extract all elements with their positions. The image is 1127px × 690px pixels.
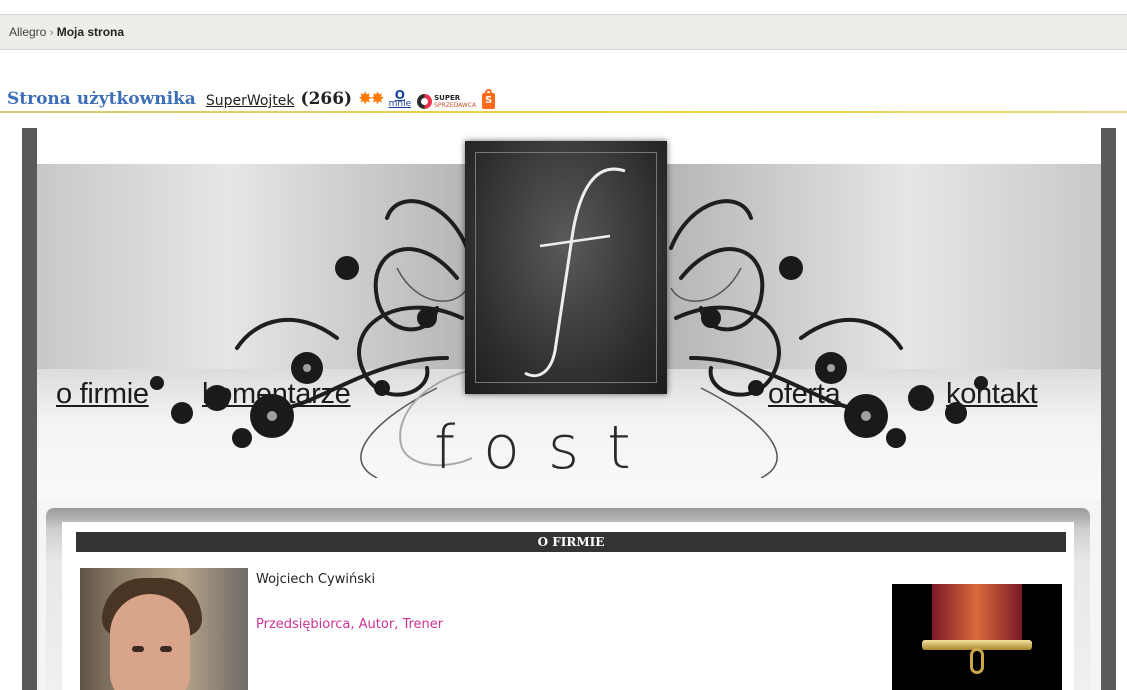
breadcrumb-bar: Allegro › Moja strona bbox=[0, 14, 1127, 50]
user-header: Strona użytkownika SuperWojtek (266) ✸✸ … bbox=[7, 79, 496, 109]
content-panel-inner: O FIRMIE Wojciech Cywiński Przedsiębiorc… bbox=[62, 522, 1074, 690]
super-seller-badge[interactable]: SUPER SPRZEDAWCA bbox=[417, 94, 476, 109]
feedback-score: (266) bbox=[300, 89, 353, 109]
section-title: O FIRMIE bbox=[76, 532, 1066, 552]
username-link[interactable]: SuperWojtek bbox=[206, 93, 295, 109]
stars-icon: ✸✸ bbox=[358, 89, 384, 109]
logo-box bbox=[465, 141, 667, 394]
logo-f-glyph bbox=[524, 167, 626, 378]
person-photo bbox=[80, 568, 248, 690]
nav-offer[interactable]: oferta bbox=[768, 378, 841, 411]
about-me-link[interactable]: O mnie bbox=[388, 89, 412, 109]
frame-left-edge bbox=[22, 128, 37, 690]
frame-right-edge bbox=[1101, 128, 1116, 690]
person-roles: Przedsiębiorca, Autor, Trener bbox=[256, 617, 444, 632]
page-title: Strona użytkownika bbox=[7, 89, 196, 109]
award-medal-image bbox=[892, 584, 1062, 690]
super-seller-bottom: SPRZEDAWCA bbox=[434, 101, 477, 109]
shop-bag-icon[interactable]: S bbox=[482, 89, 496, 109]
logo-wordmark: fost bbox=[434, 413, 659, 483]
nav-comments[interactable]: komentarze bbox=[202, 378, 351, 411]
shop-frame: o firmie komentarze oferta kontakt fost … bbox=[22, 128, 1116, 690]
about-me-bottom: mnie bbox=[388, 99, 412, 109]
breadcrumb-separator: › bbox=[49, 27, 54, 39]
nav-contact[interactable]: kontakt bbox=[946, 378, 1038, 411]
super-seller-top: SUPER bbox=[434, 93, 461, 102]
breadcrumb-current: Moja strona bbox=[56, 25, 125, 39]
breadcrumb: Allegro › Moja strona bbox=[9, 25, 124, 39]
breadcrumb-root-link[interactable]: Allegro bbox=[9, 25, 46, 39]
shop-bag-letter: S bbox=[485, 95, 493, 106]
nav-about[interactable]: o firmie bbox=[56, 378, 149, 411]
header-divider bbox=[0, 111, 1127, 113]
person-name: Wojciech Cywiński bbox=[256, 572, 376, 587]
content-panel: O FIRMIE Wojciech Cywiński Przedsiębiorc… bbox=[46, 508, 1090, 690]
super-seller-icon bbox=[417, 94, 433, 109]
